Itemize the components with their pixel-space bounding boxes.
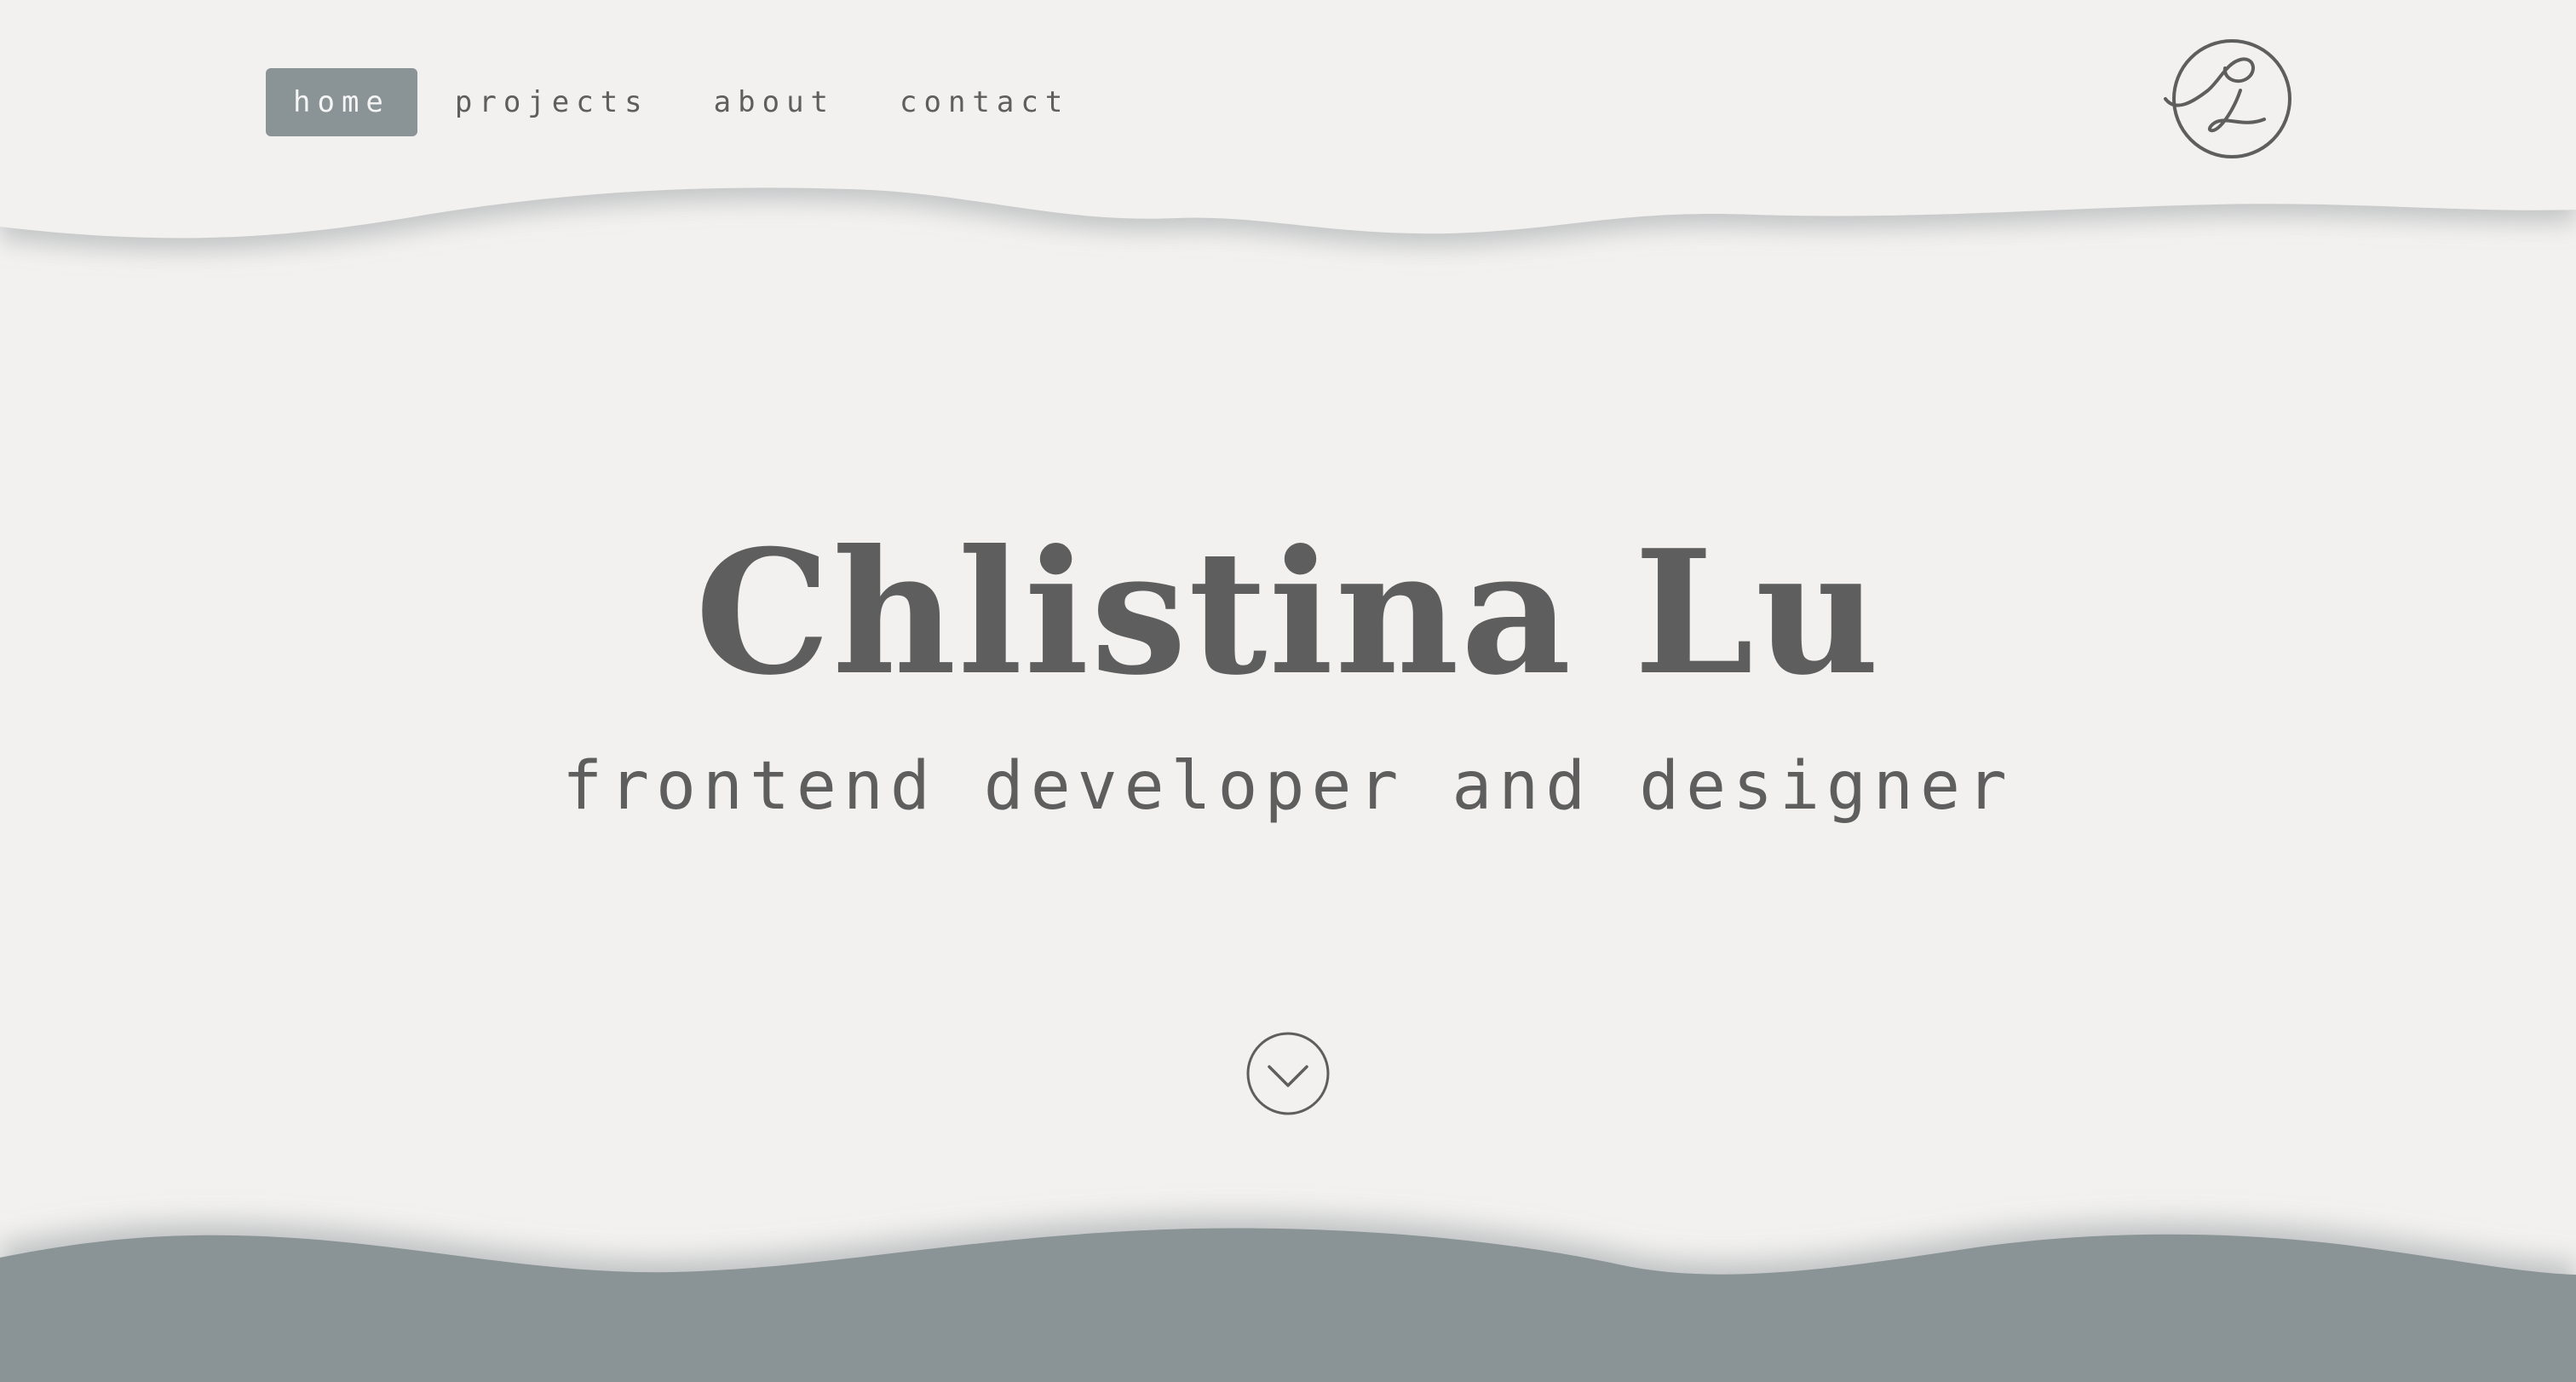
main-nav: home projects about contact <box>266 68 1107 136</box>
hero-name: Chlistina Lu <box>694 513 1882 713</box>
nav-projects[interactable]: projects <box>428 68 676 136</box>
nav-home[interactable]: home <box>266 68 417 136</box>
nav-contact[interactable]: contact <box>872 68 1096 136</box>
hero-subtitle: frontend developer and designer <box>562 748 2014 825</box>
chevron-down-circle-icon[interactable] <box>1245 1031 1331 1116</box>
cl-monogram-logo[interactable] <box>2159 34 2295 162</box>
footer-wave <box>0 1228 2576 1382</box>
nav-about[interactable]: about <box>687 68 862 136</box>
page: home projects about contact Chlistina Lu… <box>0 0 2576 1382</box>
